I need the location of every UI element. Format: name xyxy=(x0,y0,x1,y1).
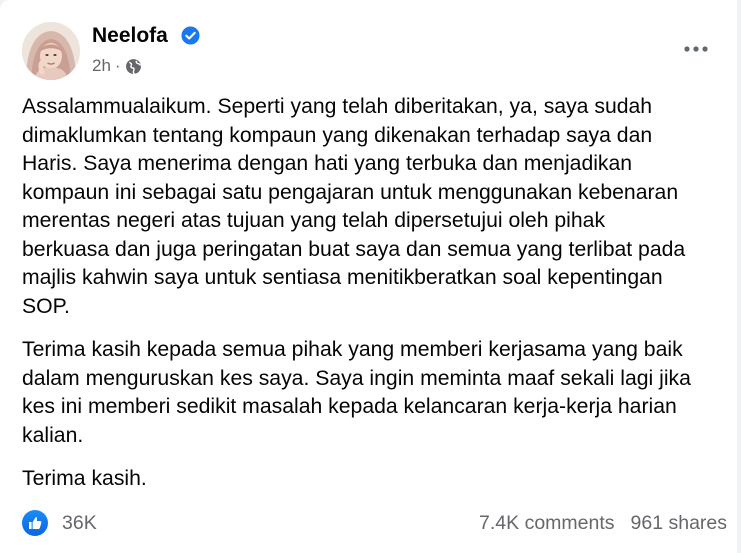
more-options-icon xyxy=(684,46,708,52)
post-paragraph: Terima kasih. xyxy=(22,467,147,490)
post-meta: 2h · xyxy=(92,55,142,77)
meta-separator: · xyxy=(114,56,121,75)
author-name[interactable]: Neelofa xyxy=(92,22,168,50)
shares-count-link[interactable]: 961 shares xyxy=(631,512,727,535)
post-paragraph: Terima kasih kepada semua pihak yang mem… xyxy=(22,338,691,447)
more-options-button[interactable] xyxy=(678,37,714,61)
post-paragraph: Assalammualaikum. Seperti yang telah dib… xyxy=(22,95,686,318)
author-avatar[interactable] xyxy=(22,22,80,80)
post-body: Assalammualaikum. Seperti yang telah dib… xyxy=(22,93,727,509)
post-timestamp[interactable]: 2h xyxy=(92,56,111,76)
post-footer: 36K 7.4K comments 961 shares xyxy=(22,508,727,538)
reaction-count[interactable]: 36K xyxy=(62,512,97,535)
profile-photo xyxy=(22,22,80,80)
verified-badge-icon xyxy=(181,26,200,45)
globe-icon[interactable] xyxy=(125,58,142,75)
thumbs-up-icon xyxy=(29,517,42,529)
comments-count-link[interactable]: 7.4K comments xyxy=(479,512,614,535)
like-reaction-icon[interactable] xyxy=(22,510,48,536)
post-card: Neelofa 2h · Assalammualaikum. Seperti y… xyxy=(0,0,737,553)
